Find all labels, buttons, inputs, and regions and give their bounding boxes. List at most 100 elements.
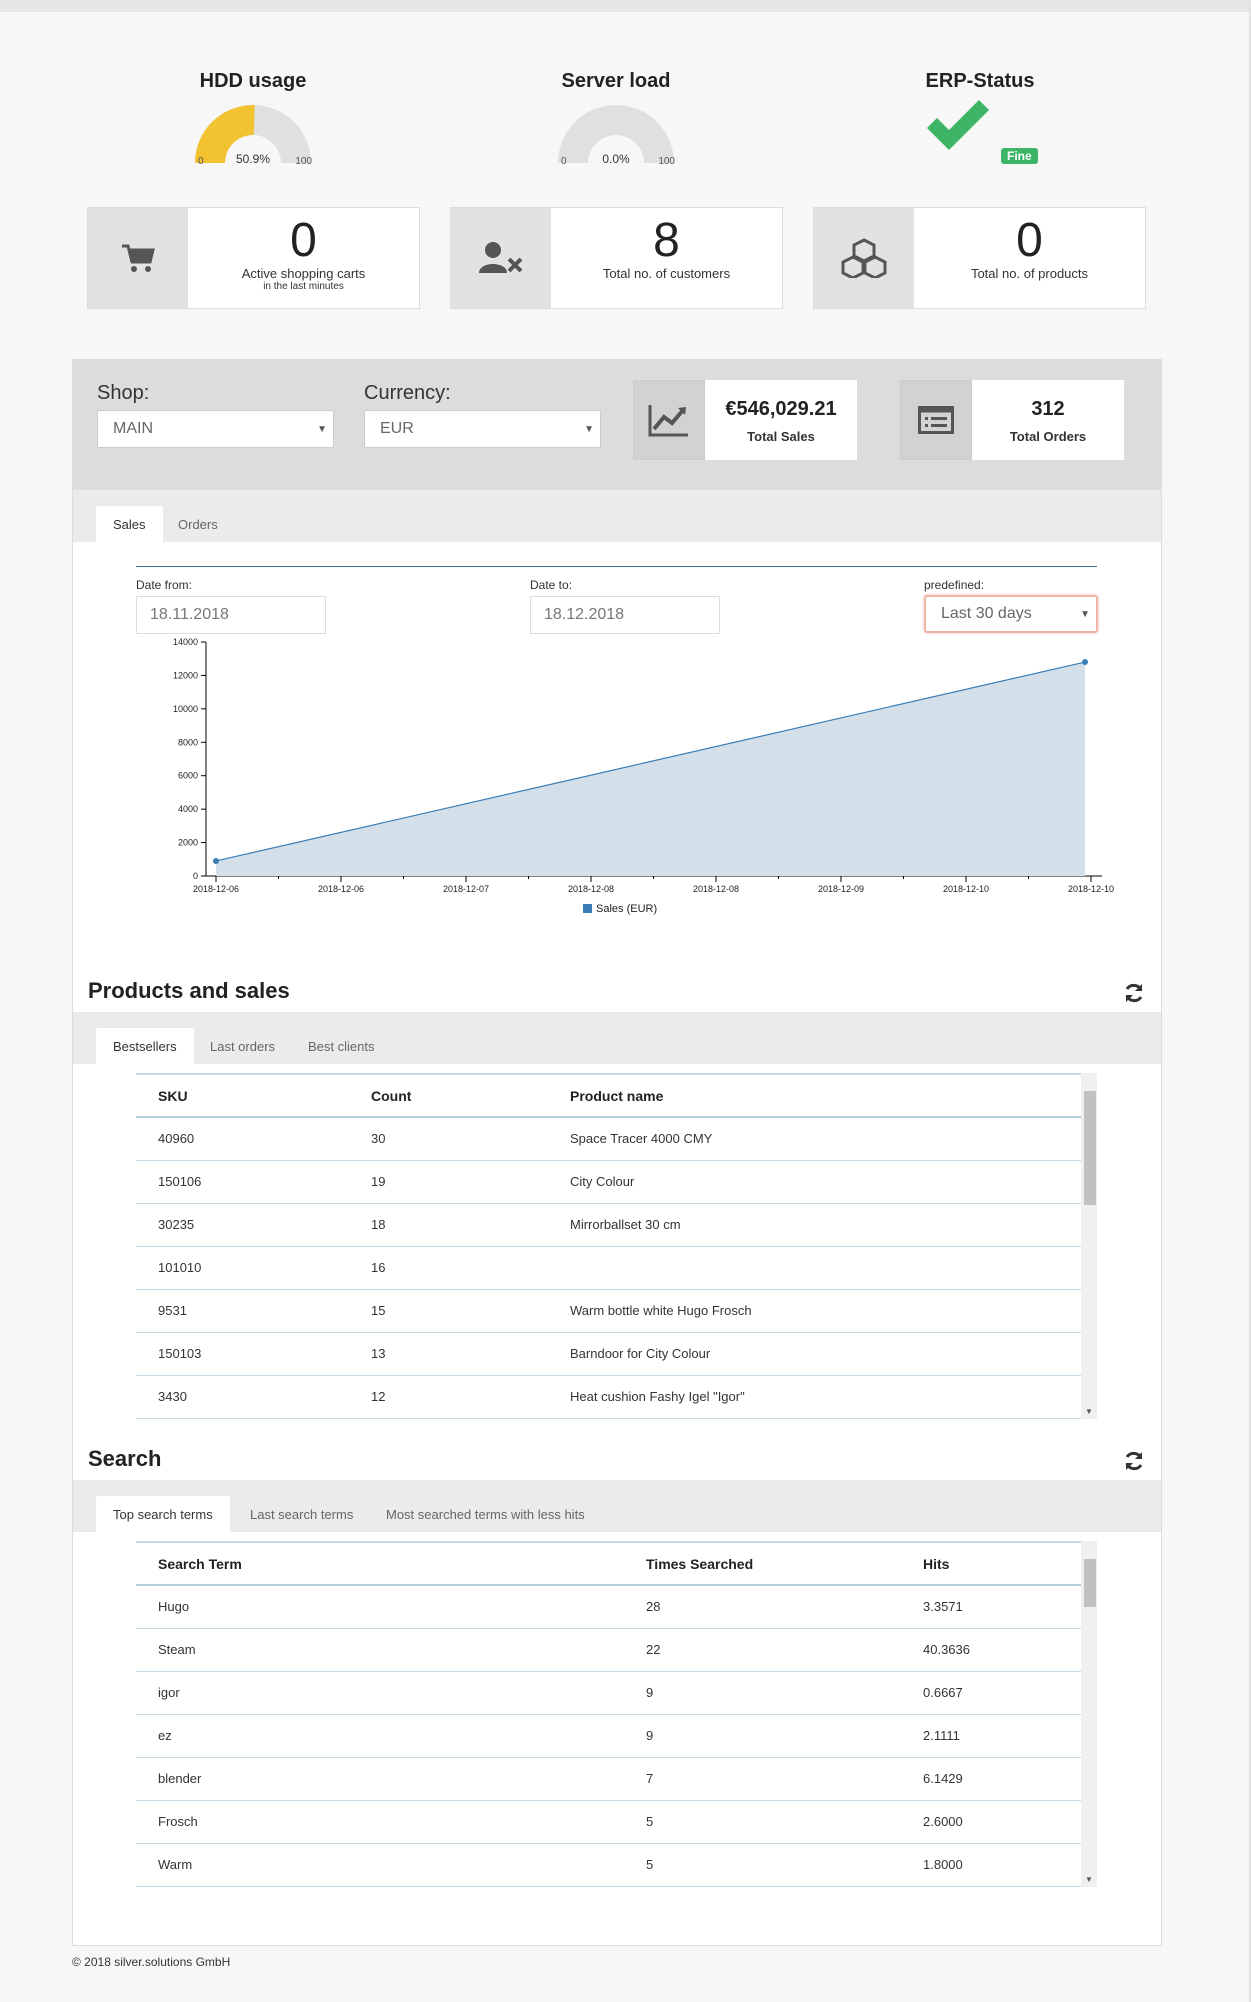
stat-label: Total no. of products bbox=[970, 266, 1089, 281]
table-row[interactable]: 40960 30 Space Tracer 4000 CMY bbox=[136, 1117, 1081, 1161]
column-header[interactable]: Count bbox=[349, 1073, 548, 1118]
y-tick-label: 12000 bbox=[173, 670, 198, 680]
table-cell: 28 bbox=[624, 1585, 901, 1629]
table-cell: 30235 bbox=[136, 1203, 349, 1247]
scrollbar-thumb[interactable] bbox=[1084, 1091, 1096, 1205]
table-cell: Heat cushion Fashy Igel "Igor" bbox=[548, 1375, 1081, 1419]
table-cell: 40.3636 bbox=[901, 1628, 1081, 1672]
data-point bbox=[1082, 659, 1088, 666]
scrollbar[interactable]: ▼ bbox=[1081, 1073, 1097, 1419]
x-tick-label: 2018-12-08 bbox=[693, 884, 739, 894]
gauge-title: HDD usage bbox=[199, 70, 307, 92]
table-cell: Barndoor for City Colour bbox=[548, 1332, 1081, 1376]
tab-most-searched-less-hits[interactable]: Most searched terms with less hits bbox=[369, 1496, 602, 1532]
footer-copyright: © 2018 silver.solutions GmbH bbox=[72, 1955, 231, 1969]
line-chart-icon bbox=[633, 380, 705, 460]
column-header[interactable]: Product name bbox=[548, 1073, 1081, 1118]
table-cell: 9 bbox=[624, 1671, 901, 1715]
table-cell: 19 bbox=[349, 1160, 548, 1204]
table-cell: Warm bottle white Hugo Frosch bbox=[548, 1289, 1081, 1333]
shop-select[interactable]: MAIN ▼ bbox=[97, 410, 334, 448]
search-table-wrap: Search Term Times Searched Hits Hugo 28 3.… bbox=[136, 1541, 1097, 1887]
table-row[interactable]: 3430 12 Heat cushion Fashy Igel "Igor" bbox=[136, 1375, 1081, 1419]
chevron-down-icon: ▼ bbox=[317, 424, 327, 435]
table-row[interactable]: 150106 19 City Colour bbox=[136, 1160, 1081, 1204]
date-to-label: Date to: bbox=[530, 578, 573, 592]
predefined-select[interactable]: Last 30 days ▼ bbox=[924, 595, 1098, 633]
y-tick-label: 2000 bbox=[178, 838, 198, 848]
tab-top-search-terms[interactable]: Top search terms bbox=[96, 1496, 230, 1532]
tab-bestsellers[interactable]: Bestsellers bbox=[96, 1028, 194, 1064]
bestsellers-table: SKU Count Product name 40960 30 Space Trac… bbox=[136, 1073, 1081, 1419]
bestsellers-table-wrap: SKU Count Product name 40960 30 Space Trac… bbox=[136, 1073, 1097, 1419]
refresh-icon[interactable] bbox=[1122, 981, 1146, 1005]
kpi-label: Total Sales bbox=[747, 429, 815, 444]
stat-value: 8 bbox=[653, 214, 680, 267]
currency-select[interactable]: EUR ▼ bbox=[364, 410, 601, 448]
table-cell: Frosch bbox=[136, 1800, 624, 1844]
user-remove-icon bbox=[451, 208, 551, 308]
tab-last-search-terms[interactable]: Last search terms bbox=[233, 1496, 370, 1532]
x-tick-label: 2018-12-10 bbox=[943, 884, 989, 894]
column-header[interactable]: Search Term bbox=[136, 1541, 624, 1586]
chevron-down-icon: ▼ bbox=[584, 424, 594, 435]
table-row[interactable]: Frosch 5 2.6000 bbox=[136, 1800, 1081, 1844]
table-cell: 3.3571 bbox=[901, 1585, 1081, 1629]
table-row[interactable]: 30235 18 Mirrorballset 30 cm bbox=[136, 1203, 1081, 1247]
column-header[interactable]: SKU bbox=[136, 1073, 349, 1118]
gauge-max: 100 bbox=[658, 156, 675, 167]
tab-best-clients[interactable]: Best clients bbox=[291, 1028, 391, 1064]
x-tick-label: 2018-12-06 bbox=[318, 884, 364, 894]
table-row[interactable]: 150103 13 Barndoor for City Colour bbox=[136, 1332, 1081, 1376]
sales-chart: 0 2000 4000 6000 8000 10000 12000 14000 2018-12-… bbox=[173, 637, 1114, 915]
kpi-value: 312 bbox=[1031, 398, 1065, 420]
search-terms-table: Search Term Times Searched Hits Hugo 28 3.… bbox=[136, 1541, 1081, 1887]
stat-value: 0 bbox=[290, 214, 317, 267]
gauge-server-load: Server load 0.0% 0 100 bbox=[496, 68, 736, 178]
table-cell: 1.8000 bbox=[901, 1843, 1081, 1887]
table-row[interactable]: Steam 22 40.3636 bbox=[136, 1628, 1081, 1672]
gauge-max: 100 bbox=[295, 156, 312, 167]
table-row[interactable]: igor 9 0.6667 bbox=[136, 1671, 1081, 1715]
stat-sublabel: in the last minutes bbox=[263, 281, 344, 292]
table-row[interactable]: Warm 5 1.8000 bbox=[136, 1843, 1081, 1887]
table-cell: 6.1429 bbox=[901, 1757, 1081, 1801]
table-row[interactable]: ez 9 2.1111 bbox=[136, 1714, 1081, 1758]
table-row[interactable]: blender 7 6.1429 bbox=[136, 1757, 1081, 1801]
table-row[interactable]: 9531 15 Warm bottle white Hugo Frosch bbox=[136, 1289, 1081, 1333]
table-cell: igor bbox=[136, 1671, 624, 1715]
table-cell: 3430 bbox=[136, 1375, 349, 1419]
search-tabbar: Top search terms Last search terms Most … bbox=[73, 1480, 1161, 1532]
products-title: Products and sales bbox=[88, 978, 290, 1003]
scroll-down-arrow-icon[interactable]: ▼ bbox=[1085, 1875, 1093, 1884]
y-tick-label: 6000 bbox=[178, 771, 198, 781]
table-row[interactable]: 101010 16 bbox=[136, 1246, 1081, 1290]
sales-panel: Shop: MAIN ▼ Currency: EUR ▼ €546,029.21… bbox=[72, 359, 1162, 1946]
cart-icon bbox=[88, 208, 188, 308]
date-from-label: Date from: bbox=[136, 578, 193, 592]
currency-select-value: EUR bbox=[380, 420, 414, 437]
tab-orders[interactable]: Orders bbox=[161, 506, 235, 542]
date-to-input[interactable]: 18.12.2018 bbox=[530, 596, 720, 634]
erp-status: ERP-Status bbox=[860, 68, 1100, 154]
scrollbar-thumb[interactable] bbox=[1084, 1559, 1096, 1607]
table-cell: 30 bbox=[349, 1117, 548, 1161]
tab-last-orders[interactable]: Last orders bbox=[193, 1028, 292, 1064]
panel-header: Shop: MAIN ▼ Currency: EUR ▼ €546,029.21… bbox=[73, 360, 1161, 490]
gauge-title: Server load bbox=[561, 70, 671, 92]
table-cell: 101010 bbox=[136, 1246, 349, 1290]
table-cell: 150106 bbox=[136, 1160, 349, 1204]
table-cell: 12 bbox=[349, 1375, 548, 1419]
tab-sales[interactable]: Sales bbox=[96, 506, 163, 542]
stat-active-carts: 0 Active shopping carts in the last minu… bbox=[87, 207, 420, 309]
date-from-input[interactable]: 18.11.2018 bbox=[136, 596, 326, 634]
table-row[interactable]: Hugo 28 3.3571 bbox=[136, 1585, 1081, 1629]
table-cell bbox=[548, 1246, 1081, 1290]
column-header[interactable]: Hits bbox=[901, 1541, 1081, 1586]
scrollbar[interactable]: ▼ bbox=[1081, 1541, 1097, 1887]
table-cell: 16 bbox=[349, 1246, 548, 1290]
column-header[interactable]: Times Searched bbox=[624, 1541, 901, 1586]
legend-swatch bbox=[583, 904, 592, 913]
scroll-down-arrow-icon[interactable]: ▼ bbox=[1085, 1407, 1093, 1416]
refresh-icon[interactable] bbox=[1122, 1449, 1146, 1473]
